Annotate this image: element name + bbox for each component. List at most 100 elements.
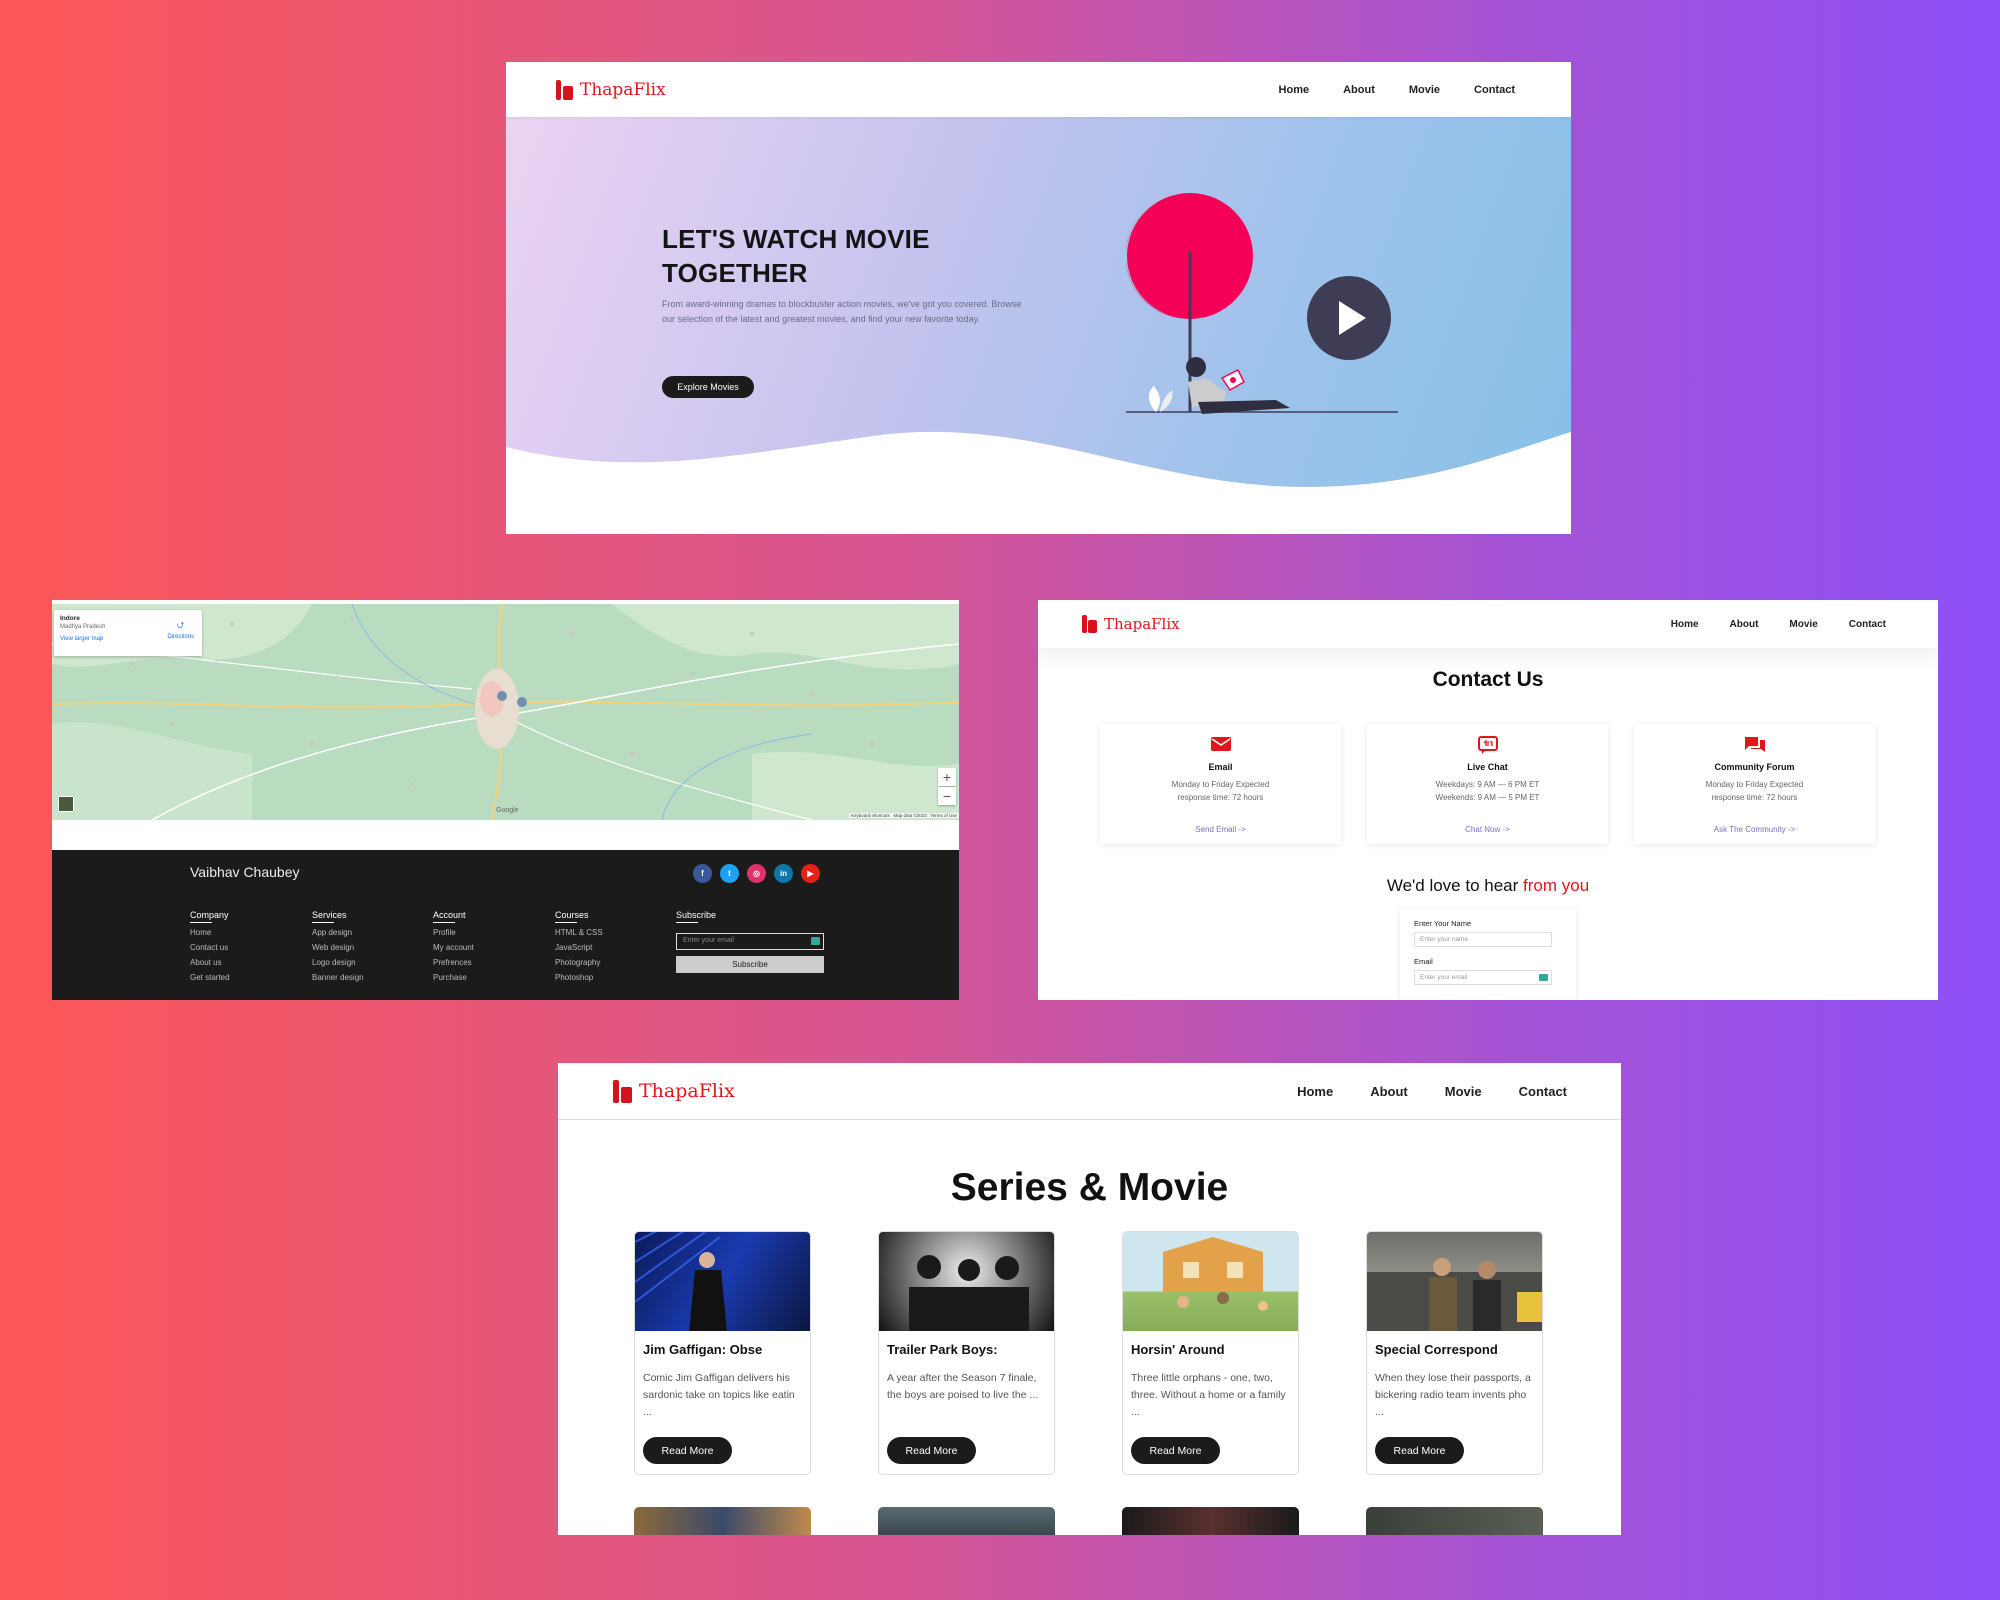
movie-thumbnail[interactable] (1123, 1232, 1298, 1331)
subscribe-title: Subscribe (676, 910, 717, 923)
contact-card-line: Monday to Friday Expected (1171, 780, 1270, 789)
contact-page-screenshot: ThapaFlix Home About Movie Contact Conta… (1038, 600, 1938, 1000)
movie-thumbnail-partial[interactable] (1122, 1507, 1299, 1535)
movie-card: Trailer Park Boys: A year after the Seas… (878, 1231, 1055, 1475)
footer-link[interactable]: Prefrences (433, 958, 474, 967)
footer-link[interactable]: HTML & CSS (555, 928, 603, 937)
footer-link[interactable]: Logo design (312, 958, 364, 967)
logo-icon (613, 1079, 633, 1103)
footer-link[interactable]: JavaScript (555, 943, 603, 952)
live-chat-icon (1477, 736, 1498, 754)
subscribe-email-placeholder: Enter your email (683, 937, 734, 944)
movie-title: Trailer Park Boys: (887, 1342, 998, 1357)
brand-logo[interactable]: ThapaFlix (1082, 615, 1180, 633)
twitter-icon[interactable]: t (720, 864, 739, 883)
footer-link[interactable]: Banner design (312, 973, 364, 982)
logo-icon (556, 79, 574, 100)
movie-thumbnail[interactable] (1367, 1232, 1542, 1331)
nav-home[interactable]: Home (1279, 84, 1310, 96)
love-to-hear-heading: We'd love to hear from you (1038, 876, 1938, 896)
movie-description: A year after the Season 7 finale, the bo… (887, 1372, 1039, 1401)
youtube-icon[interactable]: ▶ (801, 864, 820, 883)
ask-community-link[interactable]: Ask The Community -> (1634, 825, 1875, 834)
footer-column-company: Company Home Contact us About us Get sta… (190, 910, 230, 988)
footer-link[interactable]: About us (190, 958, 230, 967)
explore-movies-button[interactable]: Explore Movies (662, 376, 754, 398)
read-more-button[interactable]: Read More (1131, 1437, 1220, 1464)
contact-card-live-chat: Live Chat Weekdays: 9 AM — 6 PM ET Weeken… (1367, 724, 1608, 844)
hero-title: LET'S WATCH MOVIE TOGETHER (662, 224, 930, 288)
footer-link[interactable]: Photography (555, 958, 603, 967)
site-header: ThapaFlix Home About Movie Contact (1038, 600, 1938, 648)
zoom-in-button[interactable]: + (938, 768, 956, 786)
chat-now-link[interactable]: Chat Now -> (1367, 825, 1608, 834)
brand-logo[interactable]: ThapaFlix (613, 1079, 735, 1103)
movie-card: Horsin' Around Three little orphans - on… (1122, 1231, 1299, 1475)
read-more-button[interactable]: Read More (1375, 1437, 1464, 1464)
footer-link[interactable]: My account (433, 943, 474, 952)
hero-page-screenshot: ThapaFlix Home About Movie Contact LET'S… (506, 62, 1571, 534)
nav-contact[interactable]: Contact (1474, 84, 1515, 96)
nav-home[interactable]: Home (1671, 619, 1699, 630)
footer-column-title: Services (312, 910, 364, 923)
nav-contact[interactable]: Contact (1519, 1084, 1567, 1099)
zoom-out-button[interactable]: − (938, 787, 956, 805)
read-more-button[interactable]: Read More (887, 1437, 976, 1464)
main-nav: Home About Movie Contact (1640, 619, 1886, 630)
send-email-link[interactable]: Send Email -> (1100, 825, 1341, 834)
instagram-icon[interactable]: ◎ (747, 864, 766, 883)
nav-movie[interactable]: Movie (1409, 84, 1440, 96)
autofill-icon (1539, 974, 1548, 981)
footer-link[interactable]: App design (312, 928, 364, 937)
series-title: Series & Movie (950, 1166, 1229, 1209)
play-icon[interactable] (1306, 275, 1392, 361)
facebook-icon[interactable]: f (693, 864, 712, 883)
footer-link[interactable]: Purchase (433, 973, 474, 982)
movie-thumbnail-partial[interactable] (878, 1507, 1055, 1535)
embedded-map[interactable]: Indore Madhya Pradesh View larger map ⮍ … (52, 604, 959, 820)
directions-icon: ⮍ (177, 620, 185, 630)
movie-thumbnail-partial[interactable] (634, 1507, 811, 1535)
footer-link[interactable]: Web design (312, 943, 364, 952)
footer-link[interactable]: Profile (433, 928, 474, 937)
contact-card-title: Live Chat (1467, 762, 1508, 772)
subscribe-email-input[interactable]: Enter your email (676, 933, 824, 950)
movie-title: Jim Gaffigan: Obse (643, 1342, 763, 1357)
footer-link[interactable]: Get started (190, 973, 230, 982)
cartoon-house-image (1163, 1237, 1268, 1311)
name-input[interactable]: Enter your name (1414, 932, 1552, 947)
hero-wave-divider (506, 431, 1571, 534)
contact-card-line: Monday to Friday Expected (1705, 780, 1804, 789)
movie-thumbnail[interactable] (635, 1232, 810, 1331)
nav-about[interactable]: About (1730, 619, 1759, 630)
footer-link[interactable]: Home (190, 928, 230, 937)
subscribe-button[interactable]: Subscribe (676, 956, 824, 973)
nav-contact[interactable]: Contact (1849, 619, 1886, 630)
nav-about[interactable]: About (1343, 84, 1375, 96)
read-more-button[interactable]: Read More (643, 1437, 732, 1464)
map-place-name: Indore (60, 615, 80, 622)
main-nav: Home About Movie Contact (1245, 84, 1515, 96)
map-type-toggle[interactable] (58, 796, 74, 812)
directions-button[interactable]: ⮍ Directions (167, 618, 194, 640)
movie-thumbnail[interactable] (879, 1232, 1054, 1331)
contact-card-line: Weekends: 9 AM — 5 PM ET (1435, 793, 1540, 802)
nav-movie[interactable]: Movie (1789, 619, 1817, 630)
footer-column-title: Account (433, 910, 474, 923)
love-heading-highlight: from you (1523, 876, 1590, 895)
contact-card-line: Weekdays: 9 AM — 6 PM ET (1435, 780, 1540, 789)
autofill-icon (811, 937, 820, 945)
footer-link[interactable]: Photoshop (555, 973, 603, 982)
movie-thumbnail-partial[interactable] (1366, 1507, 1543, 1535)
footer-column-account: Account Profile My account Prefrences Pu… (433, 910, 474, 988)
google-wordmark: Google (496, 807, 519, 814)
site-footer: Vaibhav Chaubey f t ◎ in ▶ Company Home … (52, 850, 959, 1000)
brand-logo[interactable]: ThapaFlix (556, 79, 666, 100)
nav-home[interactable]: Home (1297, 1084, 1333, 1099)
movie-description: When they lose their passports, a bicker… (1375, 1372, 1531, 1418)
footer-link[interactable]: Contact us (190, 943, 230, 952)
nav-about[interactable]: About (1370, 1084, 1408, 1099)
linkedin-icon[interactable]: in (774, 864, 793, 883)
email-input[interactable]: Enter your email (1414, 970, 1552, 985)
nav-movie[interactable]: Movie (1445, 1084, 1482, 1099)
